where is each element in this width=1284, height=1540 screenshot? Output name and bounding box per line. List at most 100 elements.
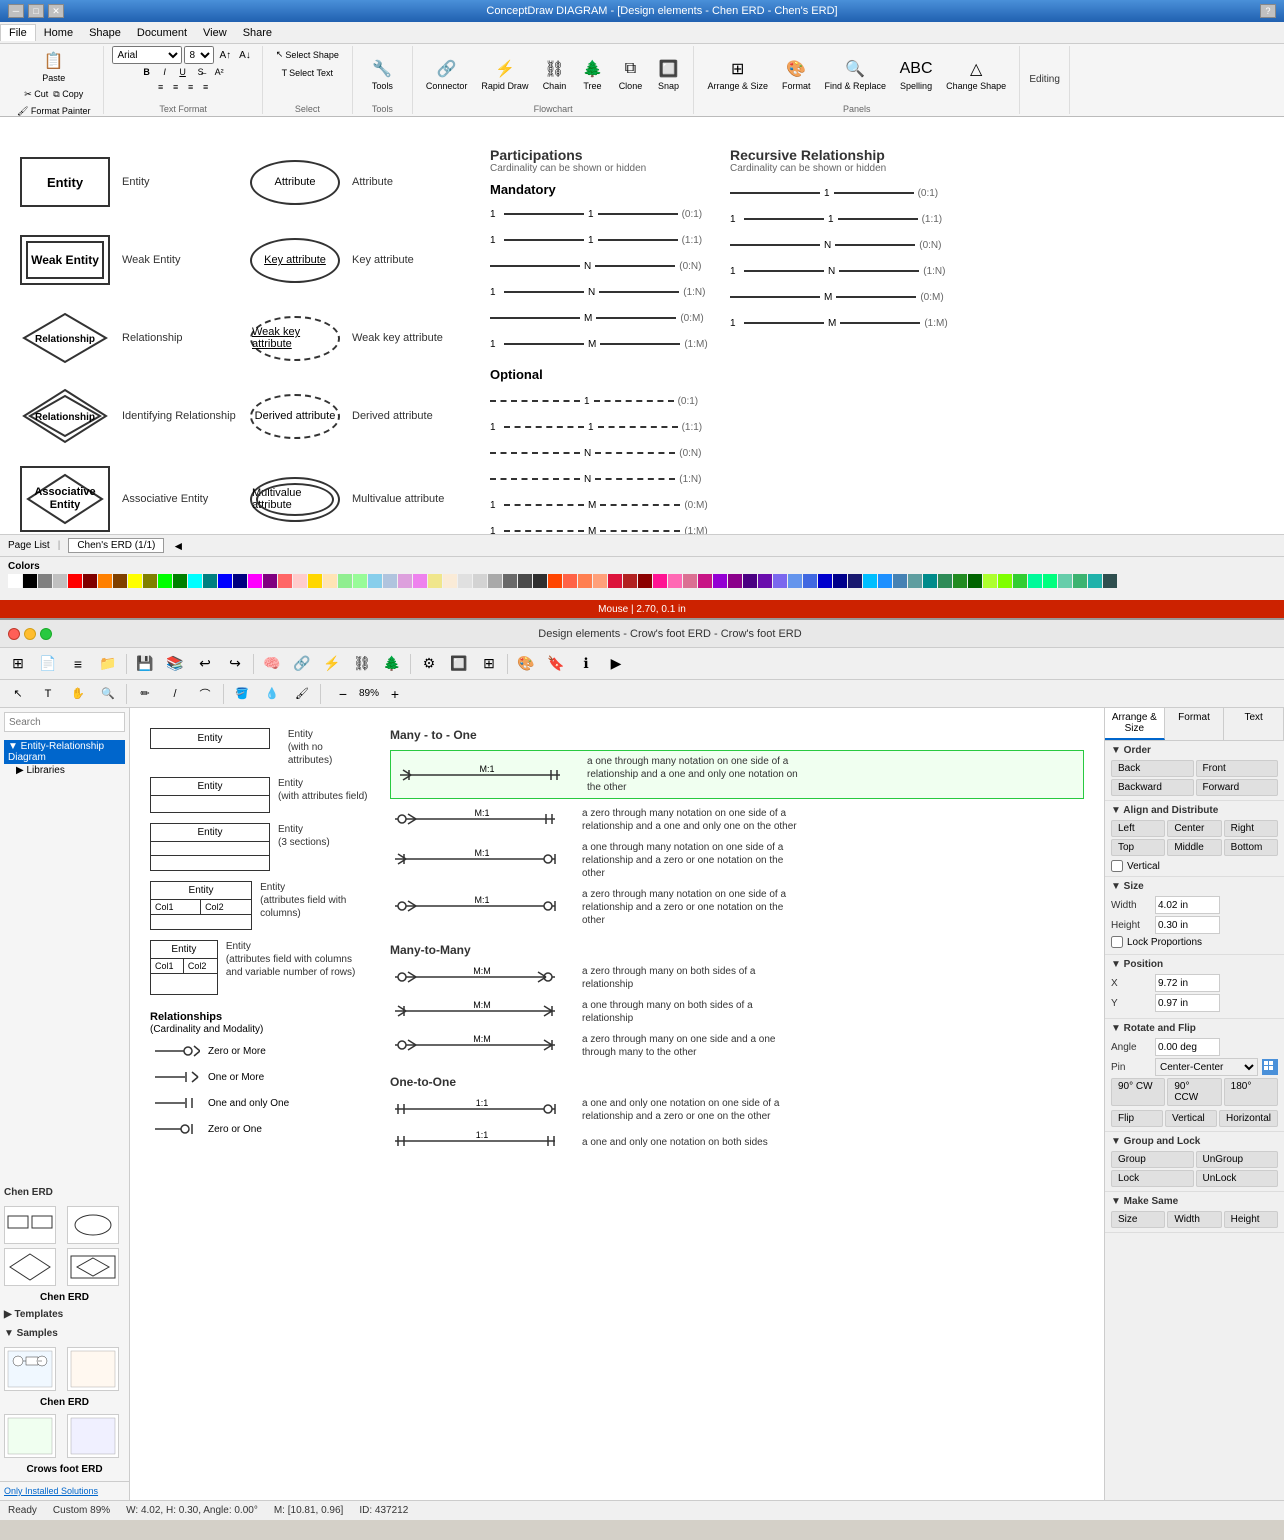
italic-button[interactable]: I	[157, 65, 173, 79]
sample-crows-2[interactable]	[67, 1414, 119, 1458]
snap-button[interactable]: 🔲 Snap	[651, 54, 685, 94]
color-swatch[interactable]	[803, 574, 817, 588]
line-tool[interactable]: /	[161, 682, 189, 706]
brush-tool[interactable]: 🖌	[288, 682, 316, 706]
derived-attribute-shape[interactable]: Derived attribute	[250, 394, 340, 439]
color-swatch[interactable]	[293, 574, 307, 588]
color-swatch[interactable]	[533, 574, 547, 588]
color-swatch[interactable]	[623, 574, 637, 588]
change-shape-button[interactable]: △ Change Shape	[941, 54, 1011, 94]
help-button[interactable]: ?	[1260, 4, 1276, 18]
format-b-button[interactable]: 🎨	[512, 652, 540, 676]
color-swatch[interactable]	[833, 574, 847, 588]
backward-button[interactable]: Backward	[1111, 779, 1194, 796]
rotate-90ccw-button[interactable]: 90° CCW	[1167, 1078, 1221, 1106]
m1-row-1[interactable]: M:1 a one through many notation on one s…	[390, 750, 1084, 799]
tree-b-button[interactable]: 🌲	[378, 652, 406, 676]
rotate-180-button[interactable]: 180°	[1224, 1078, 1278, 1106]
hypernote-button[interactable]: 🔖	[542, 652, 570, 676]
present-button[interactable]: ▶	[602, 652, 630, 676]
weak-entity-shape[interactable]: Weak Entity	[20, 235, 110, 285]
color-swatch[interactable]	[158, 574, 172, 588]
color-swatch[interactable]	[683, 574, 697, 588]
back-button[interactable]: Back	[1111, 760, 1194, 777]
thumbnail-3[interactable]	[4, 1248, 56, 1286]
copy-button[interactable]: ⧉ Copy	[51, 87, 85, 102]
crow-entity-5-box[interactable]: Entity Col1 Col2	[150, 940, 218, 995]
color-swatch[interactable]	[743, 574, 757, 588]
color-swatch[interactable]	[1073, 574, 1087, 588]
superscript-button[interactable]: A²	[211, 65, 228, 79]
weak-key-attribute-shape[interactable]: Weak key attribute	[250, 316, 340, 361]
color-swatch[interactable]	[653, 574, 667, 588]
make-same-width-button[interactable]: Width	[1167, 1211, 1221, 1228]
color-swatch[interactable]	[98, 574, 112, 588]
key-attribute-shape[interactable]: Key attribute	[250, 238, 340, 283]
justify-button[interactable]: ≡	[199, 80, 213, 94]
pin-grid-button[interactable]	[1262, 1059, 1278, 1075]
color-swatch[interactable]	[638, 574, 652, 588]
text-tool[interactable]: T	[34, 682, 62, 706]
align-center-button[interactable]: Center	[1167, 820, 1221, 837]
grid-button[interactable]: ⊞	[475, 652, 503, 676]
color-swatch[interactable]	[1088, 574, 1102, 588]
oo-row-1[interactable]: 1:1 a one and only one notation on one s…	[390, 1097, 1084, 1123]
dropper-tool[interactable]: 💧	[258, 682, 286, 706]
color-swatch[interactable]	[53, 574, 67, 588]
color-swatch[interactable]	[668, 574, 682, 588]
color-swatch[interactable]	[968, 574, 982, 588]
paste-button[interactable]: 📋 Paste	[37, 46, 71, 86]
close-button[interactable]: ✕	[48, 4, 64, 18]
color-swatch[interactable]	[848, 574, 862, 588]
x-input[interactable]	[1155, 974, 1220, 992]
strikethrough-button[interactable]: S̶	[193, 65, 209, 79]
color-swatch[interactable]	[23, 574, 37, 588]
mm-row-2[interactable]: M:M a one through many on both sides of …	[390, 999, 1084, 1025]
color-swatch[interactable]	[1058, 574, 1072, 588]
color-swatch[interactable]	[353, 574, 367, 588]
thumbnail-4[interactable]	[67, 1248, 119, 1286]
color-swatch[interactable]	[923, 574, 937, 588]
select-shape-button[interactable]: ↖ Select Shape	[271, 46, 344, 63]
sidebar-item-libraries[interactable]: ▶ Libraries	[12, 764, 125, 777]
operations-button[interactable]: ⚙	[415, 652, 443, 676]
color-swatch[interactable]	[398, 574, 412, 588]
font-grow-button[interactable]: A↑	[216, 48, 234, 63]
m1-row-3[interactable]: M:1 a one through many notation on one s…	[390, 841, 1084, 880]
redo-button[interactable]: ↪	[221, 652, 249, 676]
installed-link[interactable]: Only Installed Solutions	[4, 1486, 125, 1496]
color-swatch[interactable]	[998, 574, 1012, 588]
pages-button[interactable]: 📄	[34, 652, 62, 676]
color-swatch[interactable]	[593, 574, 607, 588]
arrange-size-button[interactable]: ⊞ Arrange & Size	[702, 54, 773, 94]
color-swatch[interactable]	[863, 574, 877, 588]
attribute-shape[interactable]: Attribute	[250, 160, 340, 205]
mm-row-1[interactable]: M:M a zero through many on both sides of…	[390, 965, 1084, 991]
color-swatch[interactable]	[68, 574, 82, 588]
color-swatch[interactable]	[773, 574, 787, 588]
font-shrink-button[interactable]: A↓	[236, 48, 254, 63]
m1-row-4[interactable]: M:1 a zero through many notation on one …	[390, 888, 1084, 927]
vertical-checkbox[interactable]	[1111, 860, 1123, 872]
align-center-button[interactable]: ≡	[169, 80, 183, 94]
zoom-tool[interactable]: 🔍	[94, 682, 122, 706]
color-swatch[interactable]	[458, 574, 472, 588]
color-swatch[interactable]	[308, 574, 322, 588]
minimize-button[interactable]: ─	[8, 4, 24, 18]
minimize-traffic-light[interactable]	[24, 628, 36, 640]
format-tab[interactable]: Format	[1165, 708, 1225, 740]
pin-select[interactable]: Center-Center	[1155, 1058, 1258, 1076]
angle-input[interactable]	[1155, 1038, 1220, 1056]
undo-button[interactable]: ↩	[191, 652, 219, 676]
solutions-button[interactable]: ⊞	[4, 652, 32, 676]
rapid-draw-button[interactable]: ⚡ Rapid Draw	[476, 54, 533, 94]
color-swatch[interactable]	[818, 574, 832, 588]
color-swatch[interactable]	[758, 574, 772, 588]
curve-tool[interactable]: ⌒	[191, 682, 219, 706]
vertical-flip-button[interactable]: Vertical	[1165, 1110, 1217, 1127]
width-input[interactable]	[1155, 896, 1220, 914]
cut-button[interactable]: ✂ Cut	[22, 87, 50, 102]
color-swatch[interactable]	[488, 574, 502, 588]
tools-button[interactable]: 🔧 Tools	[365, 54, 399, 94]
sample-chen-1[interactable]	[4, 1347, 56, 1391]
